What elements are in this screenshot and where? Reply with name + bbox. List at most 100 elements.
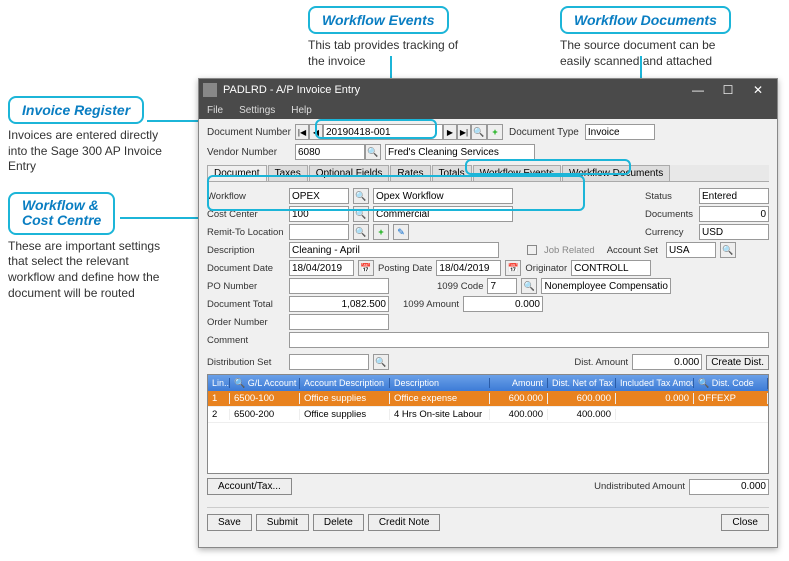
distset-label: Distribution Set — [207, 357, 285, 368]
nav-first-button[interactable]: |◀ — [295, 124, 309, 140]
col-amount[interactable]: Amount — [490, 378, 548, 388]
document-form: Workflow 🔍 Status Cost Center 🔍 Document… — [207, 186, 769, 499]
code1099-search-button[interactable]: 🔍 — [521, 278, 537, 294]
acctset-search-button[interactable]: 🔍 — [720, 242, 736, 258]
jobrelated-checkbox[interactable] — [527, 245, 537, 255]
comment-input[interactable] — [289, 332, 769, 348]
menu-help[interactable]: Help — [283, 105, 320, 116]
ordernum-label: Order Number — [207, 317, 285, 328]
costcenter-search-button[interactable]: 🔍 — [353, 206, 369, 222]
doc-new-button[interactable]: + — [487, 124, 503, 140]
workflow-search-button[interactable]: 🔍 — [353, 188, 369, 204]
costcenter-name-display — [373, 206, 513, 222]
callout-title: Invoice Register — [8, 96, 144, 124]
amt1099-input[interactable] — [463, 296, 543, 312]
app-icon — [203, 83, 217, 97]
close-window-button[interactable]: ✕ — [743, 83, 773, 97]
acctset-input[interactable] — [666, 242, 716, 258]
doc-number-label: Document Number — [207, 127, 295, 138]
remit-input[interactable] — [289, 224, 349, 240]
nav-prev-button[interactable]: ◀ — [309, 124, 323, 140]
ponumber-label: PO Number — [207, 281, 285, 292]
tab-taxes[interactable]: Taxes — [268, 165, 308, 181]
ordernum-input[interactable] — [289, 314, 389, 330]
vendor-row: Vendor Number 🔍 — [207, 143, 769, 161]
amt1099-label: 1099 Amount — [403, 299, 459, 310]
vendor-search-button[interactable]: 🔍 — [365, 144, 381, 160]
nav-next-button[interactable]: ▶ — [443, 124, 457, 140]
accounttax-button[interactable]: Account/Tax... — [207, 478, 292, 495]
distset-search-button[interactable]: 🔍 — [373, 354, 389, 370]
save-button[interactable]: Save — [207, 514, 252, 531]
grid-header: Lin... 🔍 G/L Account Account Description… — [208, 375, 768, 391]
col-inctax[interactable]: Included Tax Amount — [616, 378, 694, 388]
tab-document[interactable]: Document — [207, 165, 267, 181]
remit-search-button[interactable]: 🔍 — [353, 224, 369, 240]
minimize-button[interactable]: — — [683, 83, 713, 97]
menu-file[interactable]: File — [199, 105, 231, 116]
remit-edit-button[interactable]: ✎ — [393, 224, 409, 240]
content-area: Document Number |◀ ◀ ▶ ▶| 🔍 + Document T… — [199, 119, 777, 537]
workflow-code-input[interactable] — [289, 188, 349, 204]
delete-button[interactable]: Delete — [313, 514, 364, 531]
doc-search-button[interactable]: 🔍 — [471, 124, 487, 140]
code1099-input[interactable] — [487, 278, 517, 294]
tab-totals[interactable]: Totals — [432, 165, 472, 181]
tab-workflow-events[interactable]: Workflow Events — [473, 165, 561, 181]
callout-body: The source document can be easily scanne… — [560, 38, 730, 69]
tab-rates[interactable]: Rates — [390, 165, 430, 181]
description-label: Description — [207, 245, 285, 256]
vendor-number-input[interactable] — [295, 144, 365, 160]
col-desc[interactable]: Description — [390, 378, 490, 388]
vendor-name-display — [385, 144, 535, 160]
docdate-calendar-button[interactable]: 📅 — [358, 260, 374, 276]
tab-workflow-documents[interactable]: Workflow Documents — [562, 165, 670, 181]
postdate-calendar-button[interactable]: 📅 — [505, 260, 521, 276]
close-button[interactable]: Close — [721, 514, 769, 531]
status-display — [699, 188, 769, 204]
col-gl: 🔍 G/L Account — [230, 378, 300, 389]
tab-optional-fields[interactable]: Optional Fields — [309, 165, 390, 181]
doc-type-input[interactable] — [585, 124, 655, 140]
col-acctdesc[interactable]: Account Description — [300, 378, 390, 388]
acctset-label: Account Set — [607, 245, 658, 256]
table-row[interactable]: 26500-200Office supplies4 Hrs On-site La… — [208, 407, 768, 423]
ponumber-input[interactable] — [289, 278, 389, 294]
col-distnet[interactable]: Dist. Net of Tax — [548, 378, 616, 388]
callout-workflow-events: Workflow Events This tab provides tracki… — [308, 6, 478, 69]
table-row[interactable]: 16500-100Office suppliesOffice expense60… — [208, 391, 768, 407]
remit-add-button[interactable]: + — [373, 224, 389, 240]
doc-number-input[interactable] — [323, 124, 443, 140]
doctotal-input[interactable] — [289, 296, 389, 312]
workflow-label: Workflow — [207, 191, 285, 202]
creditnote-button[interactable]: Credit Note — [368, 514, 441, 531]
doctotal-label: Document Total — [207, 299, 285, 310]
vendor-number-label: Vendor Number — [207, 147, 295, 158]
costcenter-code-input[interactable] — [289, 206, 349, 222]
footer-buttons: Save Submit Delete Credit Note Close — [207, 507, 769, 531]
costcenter-label: Cost Center — [207, 209, 285, 220]
distset-input[interactable] — [289, 354, 369, 370]
callout-workflow-cost: Workflow &Cost Centre These are importan… — [8, 192, 178, 301]
menu-settings[interactable]: Settings — [231, 105, 283, 116]
callout-body: These are important settings that select… — [8, 239, 178, 301]
undist-display — [689, 479, 769, 495]
status-label: Status — [645, 191, 695, 202]
originator-input[interactable] — [571, 260, 651, 276]
titlebar: PADLRD - A/P Invoice Entry — ☐ ✕ — [199, 79, 777, 101]
callout-title: Workflow Documents — [560, 6, 731, 34]
createdist-button[interactable]: Create Dist. — [706, 355, 769, 370]
description-input[interactable] — [289, 242, 499, 258]
distamt-input[interactable] — [632, 354, 702, 370]
doc-type-label: Document Type — [509, 127, 579, 138]
maximize-button[interactable]: ☐ — [713, 83, 743, 97]
col-lin[interactable]: Lin... — [208, 378, 230, 388]
originator-label: Originator — [525, 263, 567, 274]
distribution-grid[interactable]: Lin... 🔍 G/L Account Account Description… — [207, 374, 769, 474]
postdate-input[interactable] — [436, 260, 501, 276]
submit-button[interactable]: Submit — [256, 514, 309, 531]
docdate-input[interactable] — [289, 260, 354, 276]
nav-last-button[interactable]: ▶| — [457, 124, 471, 140]
callout-title: Workflow &Cost Centre — [8, 192, 115, 235]
tab-strip: Document Taxes Optional Fields Rates Tot… — [207, 165, 769, 182]
